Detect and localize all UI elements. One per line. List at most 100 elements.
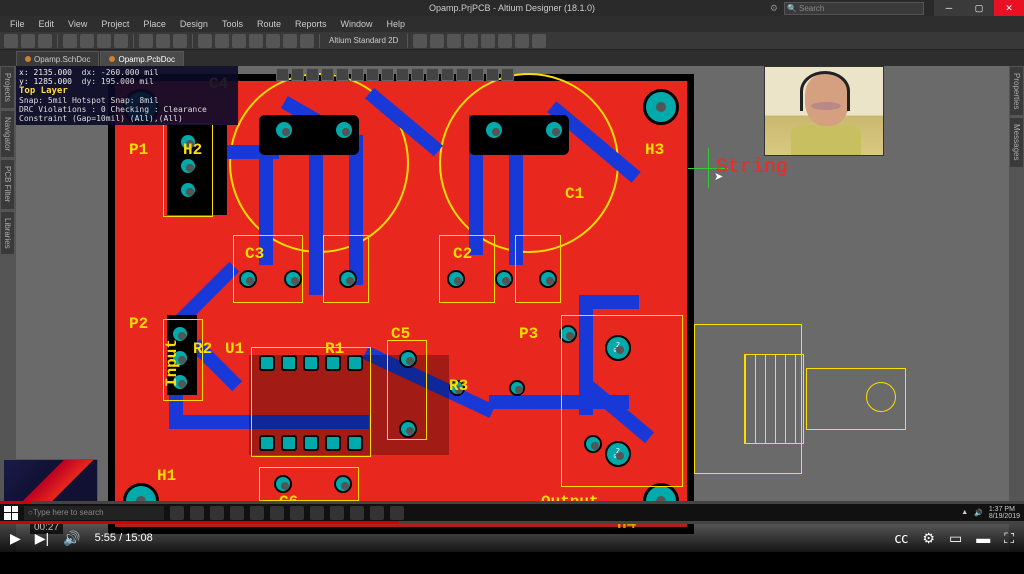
taskbar-app-icon[interactable]: [290, 506, 304, 520]
taskbar-app-icon[interactable]: [250, 506, 264, 520]
toolbar-icon[interactable]: [266, 34, 280, 48]
toolbar-icon[interactable]: [80, 34, 94, 48]
menu-window[interactable]: Window: [335, 18, 379, 30]
menu-place[interactable]: Place: [137, 18, 172, 30]
taskbar-app-icon[interactable]: [370, 506, 384, 520]
taskbar-search-input[interactable]: ○ Type here to search: [24, 506, 164, 520]
toolbar-icon[interactable]: [464, 34, 478, 48]
taskbar-app-icon[interactable]: [270, 506, 284, 520]
taskbar-app-icon[interactable]: [170, 506, 184, 520]
window-maximize-button[interactable]: ▢: [964, 0, 994, 16]
canvas-tool-icon[interactable]: [471, 68, 484, 81]
menu-project[interactable]: Project: [95, 18, 135, 30]
menu-design[interactable]: Design: [174, 18, 214, 30]
gear-icon[interactable]: ⚙: [770, 3, 778, 14]
toolbar-icon[interactable]: [232, 34, 246, 48]
toolbar-icon[interactable]: [283, 34, 297, 48]
canvas-tool-icon[interactable]: [366, 68, 379, 81]
video-progress-bar-small[interactable]: [0, 501, 1024, 504]
toolbar-icon[interactable]: [413, 34, 427, 48]
placed-string-object[interactable]: String: [716, 156, 788, 179]
canvas-tool-icon[interactable]: [276, 68, 289, 81]
hud-x: x: 2135.000: [19, 68, 72, 77]
toolbar-icon[interactable]: [498, 34, 512, 48]
toolbar-icon[interactable]: [21, 34, 35, 48]
toolbar-icon[interactable]: [249, 34, 263, 48]
taskbar-app-icon[interactable]: [190, 506, 204, 520]
canvas-tool-icon[interactable]: [291, 68, 304, 81]
next-button[interactable]: ▶|: [35, 530, 49, 547]
toolbar-icon[interactable]: [38, 34, 52, 48]
toolbar-icon[interactable]: [114, 34, 128, 48]
panel-tab-navigator[interactable]: Navigator: [0, 110, 15, 158]
panel-tab-projects[interactable]: Projects: [0, 66, 15, 109]
panel-tab-pcb-filter[interactable]: PCB Filter: [0, 159, 15, 209]
toolbar-icon[interactable]: [156, 34, 170, 48]
canvas-tool-icon[interactable]: [426, 68, 439, 81]
taskbar-app-icon[interactable]: [230, 506, 244, 520]
taskbar-app-icon[interactable]: [210, 506, 224, 520]
pcb-board[interactable]: 1 1 1 1: [108, 74, 694, 534]
settings-button[interactable]: ⚙: [922, 530, 935, 547]
video-time: 5:55 / 15:08: [95, 532, 153, 544]
tray-clock[interactable]: 1:37 PM8/19/2019: [989, 506, 1020, 520]
start-button[interactable]: [4, 506, 18, 520]
canvas-tool-icon[interactable]: [351, 68, 364, 81]
component-courtyard: [163, 123, 213, 217]
toolbar-icon[interactable]: [532, 34, 546, 48]
theater-button[interactable]: ▬: [976, 530, 990, 546]
canvas-tool-icon[interactable]: [486, 68, 499, 81]
menu-edit[interactable]: Edit: [33, 18, 61, 30]
view-mode-label[interactable]: Altium Standard 2D: [325, 36, 402, 45]
toolbar-icon[interactable]: [481, 34, 495, 48]
taskbar-app-icon[interactable]: [390, 506, 404, 520]
toolbar-icon[interactable]: [300, 34, 314, 48]
canvas-tool-icon[interactable]: [306, 68, 319, 81]
toolbar-icon[interactable]: [430, 34, 444, 48]
canvas-tool-icon[interactable]: [381, 68, 394, 81]
toolbar-icon[interactable]: [515, 34, 529, 48]
menu-reports[interactable]: Reports: [289, 18, 333, 30]
toolbar-icon[interactable]: [215, 34, 229, 48]
play-button[interactable]: ▶: [10, 530, 21, 547]
panel-tab-messages[interactable]: Messages: [1009, 117, 1024, 167]
window-minimize-button[interactable]: ─: [934, 0, 964, 16]
canvas-tool-icon[interactable]: [501, 68, 514, 81]
window-close-button[interactable]: ✕: [994, 0, 1024, 16]
toolbar-icon[interactable]: [173, 34, 187, 48]
canvas-tool-icon[interactable]: [396, 68, 409, 81]
menu-help[interactable]: Help: [381, 18, 412, 30]
canvas-tool-icon[interactable]: [456, 68, 469, 81]
tab-pcbdoc[interactable]: Opamp.PcbDoc: [100, 51, 183, 66]
subtitles-button[interactable]: ㏄: [894, 528, 908, 548]
panel-tab-properties[interactable]: Properties: [1009, 66, 1024, 116]
search-input[interactable]: Search: [784, 2, 924, 15]
tray-icon[interactable]: 🔊: [974, 509, 983, 517]
menu-route[interactable]: Route: [251, 18, 287, 30]
panel-tab-libraries[interactable]: Libraries: [0, 211, 15, 256]
tray-icon[interactable]: ▲: [961, 509, 968, 516]
canvas-tool-icon[interactable]: [336, 68, 349, 81]
toolbar-icon[interactable]: [97, 34, 111, 48]
tab-schdoc[interactable]: Opamp.SchDoc: [16, 51, 99, 66]
toolbar-icon[interactable]: [4, 34, 18, 48]
taskbar-app-icon[interactable]: [330, 506, 344, 520]
taskbar-app-icon[interactable]: [310, 506, 324, 520]
main-toolbar: Altium Standard 2D: [0, 32, 1024, 50]
toolbar-icon[interactable]: [139, 34, 153, 48]
taskbar-app-icon[interactable]: [350, 506, 364, 520]
designator: R3: [449, 377, 468, 395]
volume-icon[interactable]: 🔊: [63, 530, 80, 547]
toolbar-icon[interactable]: [198, 34, 212, 48]
menu-view[interactable]: View: [62, 18, 93, 30]
fullscreen-button[interactable]: ⛶: [1004, 530, 1014, 547]
toolbar-icon[interactable]: [447, 34, 461, 48]
menu-file[interactable]: File: [4, 18, 31, 30]
designator: H1: [157, 467, 176, 485]
canvas-tool-icon[interactable]: [321, 68, 334, 81]
miniplayer-button[interactable]: ▭: [949, 530, 962, 547]
canvas-tool-icon[interactable]: [441, 68, 454, 81]
menu-tools[interactable]: Tools: [216, 18, 249, 30]
toolbar-icon[interactable]: [63, 34, 77, 48]
canvas-tool-icon[interactable]: [411, 68, 424, 81]
